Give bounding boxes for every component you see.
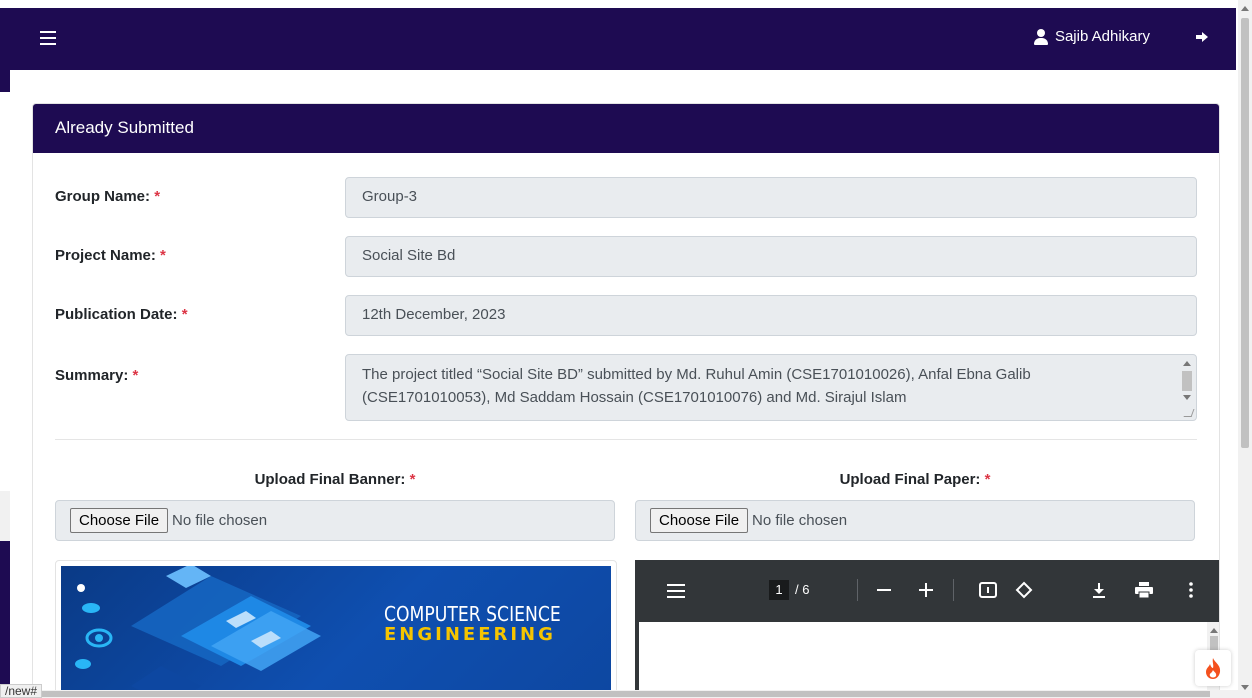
page-horizontal-scrollbar[interactable]: [0, 690, 1238, 698]
logout-icon[interactable]: [1194, 29, 1210, 45]
publication-date-label: Publication Date: *: [55, 306, 188, 323]
banner-file-status: No file chosen: [172, 512, 268, 529]
banner-choose-file-button[interactable]: Choose File: [70, 508, 169, 533]
banner-title: COMPUTER SCIENCE: [384, 602, 561, 626]
upload-banner-label: Upload Final Banner: *: [254, 471, 416, 488]
user-name: Sajib Adhikary: [1054, 28, 1150, 45]
top-navbar: Sajib Adhikary: [10, 8, 1236, 70]
hamburger-menu-icon[interactable]: [40, 31, 56, 45]
page-vertical-scrollbar[interactable]: [1238, 0, 1252, 698]
fire-action-button[interactable]: [1195, 650, 1231, 686]
rotate-icon[interactable]: [1015, 581, 1033, 599]
paper-file-input: Choose File No file chosen: [635, 500, 1195, 541]
pdf-page-total: / 6: [795, 582, 810, 597]
upload-paper-label: Upload Final Paper: *: [839, 471, 991, 488]
pdf-viewer: 1 / 6: [635, 560, 1220, 697]
zoom-out-icon[interactable]: [877, 583, 891, 597]
pdf-toolbar: 1 / 6: [635, 560, 1219, 620]
group-name-field[interactable]: Group-3: [345, 177, 1197, 218]
fit-page-icon[interactable]: [979, 581, 997, 599]
scroll-down-icon[interactable]: [1238, 682, 1252, 694]
flame-icon: [1206, 658, 1221, 679]
group-name-label: Group Name: *: [55, 188, 161, 205]
banner-preview: COMPUTER SCIENCE ENGINEERING: [55, 560, 617, 697]
sidebar-edge: [0, 8, 10, 698]
textarea-scrollbar[interactable]: [1180, 357, 1194, 417]
summary-textarea[interactable]: The project titled “Social Site BD” subm…: [345, 354, 1197, 421]
divider: [55, 439, 1197, 440]
download-icon[interactable]: [1091, 582, 1107, 598]
user-menu[interactable]: Sajib Adhikary: [1033, 28, 1150, 45]
submission-card: Already Submitted Group Name: * Group-3 …: [32, 103, 1220, 698]
pdf-menu-icon[interactable]: [667, 583, 687, 599]
scrollbar-thumb[interactable]: [30, 691, 1210, 697]
zoom-in-icon[interactable]: [919, 583, 933, 597]
paper-file-status: No file chosen: [752, 512, 848, 529]
card-title: Already Submitted: [33, 104, 1219, 153]
publication-date-field[interactable]: 12th December, 2023: [345, 295, 1197, 336]
scroll-up-icon[interactable]: [1238, 2, 1252, 14]
more-options-icon[interactable]: [1188, 582, 1194, 598]
user-icon: [1033, 28, 1049, 45]
banner-file-input: Choose File No file chosen: [55, 500, 615, 541]
project-name-field[interactable]: Social Site Bd: [345, 236, 1197, 277]
pdf-separator: [857, 579, 858, 601]
scroll-up-icon[interactable]: [1207, 624, 1220, 636]
summary-text: The project titled “Social Site BD” subm…: [362, 366, 1031, 406]
banner-image: COMPUTER SCIENCE ENGINEERING: [61, 566, 611, 694]
pdf-separator: [953, 579, 954, 601]
banner-subtitle: ENGINEERING: [384, 624, 556, 645]
paper-choose-file-button[interactable]: Choose File: [650, 508, 749, 533]
scrollbar-thumb[interactable]: [1241, 18, 1249, 448]
print-icon[interactable]: [1135, 582, 1153, 598]
pdf-page-input[interactable]: 1: [769, 580, 789, 600]
project-name-label: Project Name: *: [55, 247, 166, 264]
pdf-page: [639, 622, 1207, 697]
status-bar-url: /new#: [0, 684, 43, 698]
summary-label: Summary: *: [55, 367, 139, 384]
